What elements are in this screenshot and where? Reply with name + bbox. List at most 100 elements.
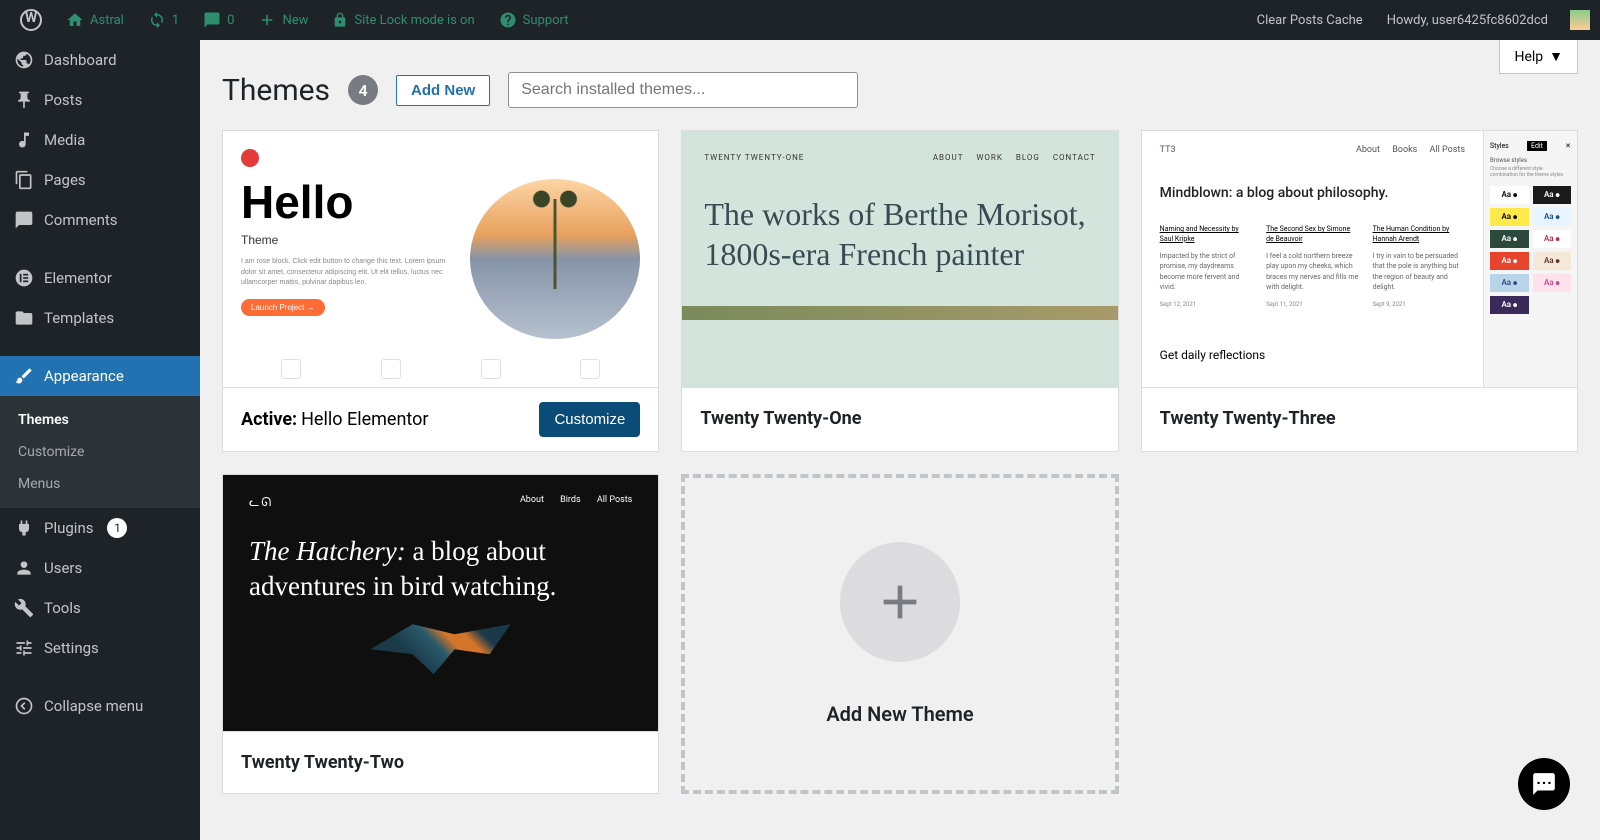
preview-title: The Hatchery: a blog about adventures in… bbox=[249, 534, 632, 604]
comment-icon bbox=[203, 11, 221, 29]
chat-icon bbox=[1531, 771, 1557, 797]
sidebar-item-dashboard[interactable]: Dashboard bbox=[0, 40, 200, 80]
themes-count-badge: 4 bbox=[348, 75, 378, 105]
theme-card-hello-elementor[interactable]: Hello Theme I am rose block. Click edit … bbox=[222, 130, 659, 452]
lock-label: Site Lock mode is on bbox=[354, 13, 474, 28]
pin-icon bbox=[14, 90, 34, 110]
preview-sub: Theme bbox=[241, 233, 450, 247]
admin-sidebar: Dashboard Posts Media Pages Comments Ele… bbox=[0, 40, 200, 840]
sidebar-label: Pages bbox=[44, 171, 86, 189]
wp-logo-menu[interactable] bbox=[10, 0, 52, 40]
sidebar-label: Appearance bbox=[44, 367, 124, 385]
sidebar-item-elementor[interactable]: Elementor bbox=[0, 258, 200, 298]
updates-count: 1 bbox=[172, 13, 179, 28]
support-link[interactable]: Support bbox=[489, 0, 579, 40]
appearance-submenu: Themes Customize Menus bbox=[0, 396, 200, 508]
help-label: Help bbox=[1514, 49, 1543, 65]
admin-toolbar: Astral 1 0 New Site Lock mode is on Supp… bbox=[0, 0, 1600, 40]
support-label: Support bbox=[523, 13, 569, 28]
plugin-update-badge: 1 bbox=[107, 518, 127, 538]
sidebar-label: Comments bbox=[44, 211, 118, 229]
chat-widget[interactable] bbox=[1518, 758, 1570, 810]
theme-screenshot: ᓚᘏ About Birds All Posts The Hatchery: a… bbox=[223, 475, 658, 731]
preview-title: Hello bbox=[241, 179, 450, 225]
dashboard-icon bbox=[14, 50, 34, 70]
theme-card-twenty-twenty-one[interactable]: TWENTY TWENTY-ONE ABOUT WORK BLOG CONTAC… bbox=[681, 130, 1118, 452]
comments-link[interactable]: 0 bbox=[193, 0, 244, 40]
site-name-label: Astral bbox=[90, 13, 124, 28]
folder-icon bbox=[14, 308, 34, 328]
preview-title: The works of Berthe Morisot, 1800s-era F… bbox=[704, 194, 1095, 274]
pages-icon bbox=[14, 170, 34, 190]
theme-name: Twenty Twenty-Three bbox=[1160, 408, 1336, 429]
lock-icon bbox=[332, 12, 348, 28]
sidebar-item-tools[interactable]: Tools bbox=[0, 588, 200, 628]
sidebar-label: Collapse menu bbox=[44, 697, 143, 715]
theme-name: Twenty Twenty-One bbox=[700, 408, 861, 429]
theme-name: Twenty Twenty-Two bbox=[241, 752, 404, 773]
plus-icon bbox=[258, 11, 276, 29]
sidebar-item-plugins[interactable]: Plugins 1 bbox=[0, 508, 200, 548]
updates-link[interactable]: 1 bbox=[138, 0, 189, 40]
refresh-icon bbox=[148, 11, 166, 29]
site-lock-link[interactable]: Site Lock mode is on bbox=[322, 0, 484, 40]
sidebar-label: Dashboard bbox=[44, 51, 117, 69]
theme-screenshot: Hello Theme I am rose block. Click edit … bbox=[223, 131, 658, 387]
new-content-link[interactable]: New bbox=[248, 0, 318, 40]
preview-brand: TWENTY TWENTY-ONE bbox=[704, 153, 804, 162]
add-theme-label: Add New Theme bbox=[826, 702, 973, 726]
collapse-icon bbox=[14, 696, 34, 716]
preview-lorem: I am rose block. Click edit button to ch… bbox=[241, 257, 450, 289]
search-themes-input[interactable] bbox=[508, 72, 858, 108]
sidebar-item-appearance[interactable]: Appearance bbox=[0, 356, 200, 396]
sidebar-item-pages[interactable]: Pages bbox=[0, 160, 200, 200]
comment-icon bbox=[14, 210, 34, 230]
theme-card-twenty-twenty-two[interactable]: ᓚᘏ About Birds All Posts The Hatchery: a… bbox=[222, 474, 659, 794]
preview-heading: Mindblown: a blog about philosophy. bbox=[1160, 185, 1465, 201]
help-icon bbox=[499, 11, 517, 29]
sidebar-item-media[interactable]: Media bbox=[0, 120, 200, 160]
sidebar-label: Templates bbox=[44, 309, 114, 327]
active-prefix: Active: bbox=[241, 409, 297, 430]
sidebar-item-templates[interactable]: Templates bbox=[0, 298, 200, 338]
sidebar-label: Plugins bbox=[44, 519, 93, 537]
wordpress-icon bbox=[20, 9, 42, 31]
theme-screenshot: TT3 About Books All Posts Mindblown: a b… bbox=[1142, 131, 1577, 387]
submenu-customize[interactable]: Customize bbox=[0, 436, 200, 468]
sidebar-item-posts[interactable]: Posts bbox=[0, 80, 200, 120]
plugin-icon bbox=[14, 518, 34, 538]
howdy-link[interactable]: Howdy, user6425fc8602dcd bbox=[1379, 13, 1556, 28]
sidebar-item-settings[interactable]: Settings bbox=[0, 628, 200, 668]
sidebar-item-users[interactable]: Users bbox=[0, 548, 200, 588]
active-theme-name: Hello Elementor bbox=[301, 409, 428, 430]
add-new-theme-card[interactable]: Add New Theme bbox=[681, 474, 1118, 794]
help-tab[interactable]: Help ▼ bbox=[1499, 40, 1578, 74]
clear-cache-link[interactable]: Clear Posts Cache bbox=[1249, 13, 1371, 28]
sidebar-label: Elementor bbox=[44, 269, 112, 287]
add-plus-icon bbox=[840, 542, 960, 662]
user-avatar[interactable] bbox=[1570, 10, 1590, 30]
brush-icon bbox=[14, 366, 34, 386]
comments-count: 0 bbox=[227, 13, 234, 28]
collapse-menu[interactable]: Collapse menu bbox=[0, 686, 200, 726]
site-name-link[interactable]: Astral bbox=[56, 0, 134, 40]
theme-card-twenty-twenty-three[interactable]: TT3 About Books All Posts Mindblown: a b… bbox=[1141, 130, 1578, 452]
sidebar-label: Media bbox=[44, 131, 85, 149]
user-icon bbox=[14, 558, 34, 578]
sidebar-label: Settings bbox=[44, 639, 99, 657]
new-label: New bbox=[282, 13, 308, 28]
submenu-menus[interactable]: Menus bbox=[0, 468, 200, 500]
main-content: Help ▼ Themes 4 Add New Hello Theme I am… bbox=[200, 40, 1600, 840]
submenu-themes[interactable]: Themes bbox=[0, 404, 200, 436]
elementor-icon bbox=[14, 268, 34, 288]
preview-btn: Launch Project → bbox=[241, 299, 325, 316]
add-new-button[interactable]: Add New bbox=[396, 75, 490, 106]
customize-button[interactable]: Customize bbox=[539, 402, 640, 437]
sidebar-label: Users bbox=[44, 559, 82, 577]
sliders-icon bbox=[14, 638, 34, 658]
sidebar-item-comments[interactable]: Comments bbox=[0, 200, 200, 240]
page-title: Themes bbox=[222, 73, 330, 108]
preview-daily: Get daily reflections bbox=[1160, 348, 1465, 362]
sidebar-label: Posts bbox=[44, 91, 82, 109]
sidebar-label: Tools bbox=[44, 599, 81, 617]
